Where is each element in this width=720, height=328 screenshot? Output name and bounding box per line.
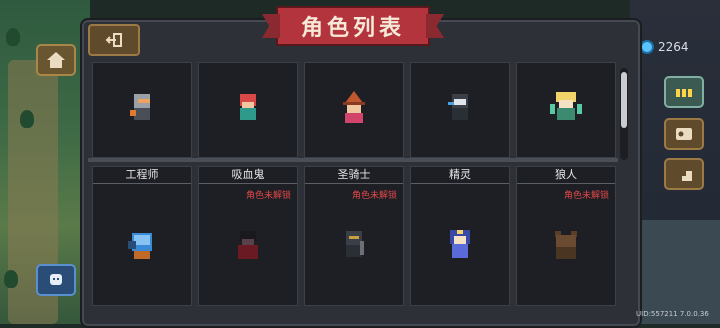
character-name: 狼人 bbox=[517, 167, 615, 184]
character-card-assassin[interactable] bbox=[410, 62, 510, 158]
dungeon-floor bbox=[640, 220, 720, 324]
profile-button[interactable] bbox=[664, 118, 704, 150]
locked-label: 角色未解锁 bbox=[245, 191, 291, 201]
character-row-1 bbox=[92, 62, 616, 158]
druid-sprite bbox=[548, 88, 584, 132]
character-name: 工程师 bbox=[93, 167, 191, 184]
red-hair-rogue-sprite bbox=[232, 90, 264, 130]
character-name: 圣骑士 bbox=[305, 167, 403, 184]
character-card-werewolf[interactable]: 狼人 角色未解锁 bbox=[516, 166, 616, 306]
party-button[interactable] bbox=[664, 76, 704, 108]
vampire-sprite bbox=[232, 227, 264, 267]
skull-button[interactable] bbox=[36, 264, 76, 296]
character-card-paladin[interactable]: 圣骑士 角色未解锁 bbox=[304, 166, 404, 306]
back-button[interactable] bbox=[88, 24, 140, 56]
locked-label: 角色未解锁 bbox=[351, 191, 397, 201]
character-card-knight[interactable] bbox=[92, 62, 192, 158]
character-card-engineer[interactable]: 工程师 bbox=[92, 166, 192, 306]
paladin-sprite bbox=[338, 227, 370, 267]
group-icon bbox=[676, 89, 692, 97]
home-button[interactable] bbox=[36, 44, 76, 76]
character-card-vampire[interactable]: 吸血鬼 角色未解锁 bbox=[198, 166, 298, 306]
locked-label: 角色未解锁 bbox=[563, 191, 609, 201]
character-card-druid[interactable] bbox=[516, 62, 616, 158]
scrollbar-thumb[interactable] bbox=[621, 72, 627, 128]
character-card-rogue[interactable] bbox=[198, 62, 298, 158]
character-row-2: 工程师 吸血鬼 角色未解锁 圣骑士 角色未解锁 精灵 狼人 角色未解锁 bbox=[92, 166, 616, 306]
engineer-sprite bbox=[124, 227, 160, 267]
row-divider bbox=[88, 158, 618, 162]
tree-icon bbox=[20, 110, 34, 128]
masked-assassin-sprite bbox=[444, 90, 476, 130]
gem-counter: 2264 bbox=[642, 40, 689, 54]
witch-hat-sprite bbox=[337, 89, 371, 131]
character-name: 精灵 bbox=[411, 167, 509, 184]
title-banner: 角色列表 bbox=[276, 6, 430, 46]
back-arrow-icon bbox=[105, 33, 122, 47]
tree-icon bbox=[4, 270, 18, 288]
page-title: 角色列表 bbox=[300, 16, 405, 41]
character-card-witch[interactable] bbox=[304, 62, 404, 158]
stairs-icon bbox=[676, 171, 692, 181]
elf-sprite bbox=[444, 226, 476, 268]
werewolf-sprite bbox=[549, 227, 583, 267]
version-text: UID:557211 7.0.0.36 bbox=[636, 310, 709, 318]
home-icon bbox=[47, 52, 65, 68]
tree-icon bbox=[6, 28, 20, 46]
gem-value: 2264 bbox=[658, 40, 689, 54]
character-card-elf[interactable]: 精灵 bbox=[410, 166, 510, 306]
gem-icon bbox=[642, 42, 652, 52]
knight-sprite bbox=[126, 90, 158, 130]
character-name: 吸血鬼 bbox=[199, 167, 297, 184]
skull-icon bbox=[50, 274, 62, 285]
id-card-icon bbox=[676, 128, 692, 140]
exit-button[interactable] bbox=[664, 158, 704, 190]
